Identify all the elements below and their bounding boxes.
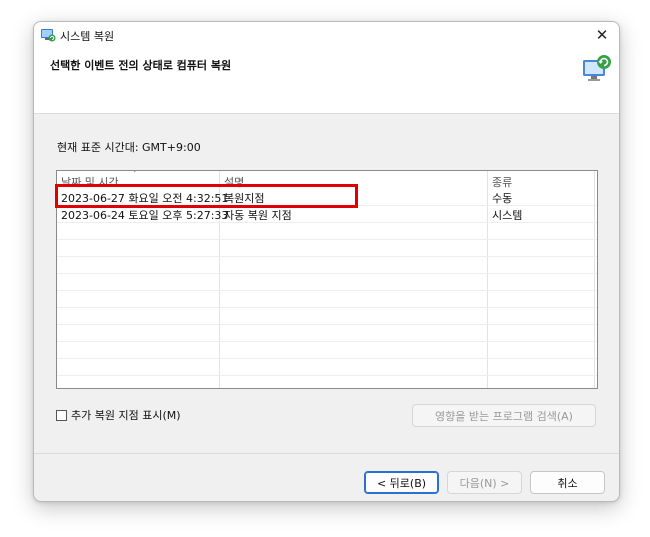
- system-restore-window: 시스템 복원 ✕ 선택한 이벤트 전의 상태로 컴퓨터 복원 현재 표준 시간대…: [33, 21, 620, 502]
- empty-row: [57, 223, 597, 240]
- row-type: 시스템: [492, 209, 523, 222]
- timezone-label: 현재 표준 시간대: GMT+9:00: [57, 141, 201, 154]
- empty-row: [57, 325, 597, 342]
- show-more-restore-points[interactable]: 추가 복원 지점 표시(M): [56, 407, 181, 423]
- empty-row: [57, 240, 597, 257]
- table-row[interactable]: 2023-06-24 토요일 오후 5:27:33 자동 복원 지점 시스템: [57, 206, 597, 223]
- show-more-label: 추가 복원 지점 표시(M): [71, 409, 181, 422]
- row-type: 수동: [492, 192, 513, 205]
- column-header-type[interactable]: 종류: [492, 174, 512, 190]
- system-restore-icon: [41, 29, 56, 42]
- footer-divider: [34, 453, 619, 454]
- row-datetime: 2023-06-24 토요일 오후 5:27:33: [61, 209, 229, 222]
- scan-affected-programs-button[interactable]: 영향을 받는 프로그램 검색(A): [412, 404, 596, 427]
- empty-row: [57, 359, 597, 376]
- show-more-checkbox[interactable]: [56, 409, 67, 421]
- sort-down-icon: ˅: [133, 170, 137, 178]
- row-description: 자동 복원 지점: [224, 209, 292, 222]
- system-restore-icon: [583, 55, 611, 81]
- cancel-button[interactable]: 취소: [530, 471, 605, 494]
- back-button[interactable]: < 뒤로(B): [364, 471, 439, 494]
- empty-row: [57, 257, 597, 274]
- empty-row: [57, 291, 597, 308]
- header-panel: 선택한 이벤트 전의 상태로 컴퓨터 복원: [34, 48, 619, 114]
- close-icon: ✕: [595, 26, 609, 44]
- empty-row: [57, 274, 597, 291]
- empty-row: [57, 308, 597, 325]
- window-title: 시스템 복원: [60, 30, 115, 43]
- highlight-annotation: [55, 184, 358, 208]
- next-button[interactable]: 다음(N) >: [447, 471, 522, 494]
- empty-row: [57, 342, 597, 359]
- page-title: 선택한 이벤트 전의 상태로 컴퓨터 복원: [50, 59, 232, 72]
- title-bar: 시스템 복원 ✕: [34, 22, 619, 48]
- close-button[interactable]: ✕: [585, 22, 619, 48]
